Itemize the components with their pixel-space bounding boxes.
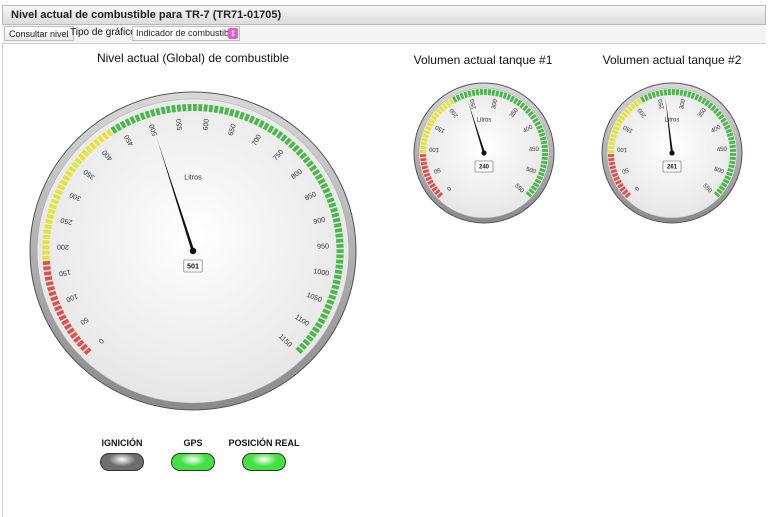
gauge-unit-label: Litros bbox=[184, 174, 202, 182]
gauge-band-segment bbox=[672, 89, 676, 96]
gauge-band-segment bbox=[335, 259, 344, 264]
gauge-band-segment bbox=[182, 104, 187, 112]
gauge-band-segment bbox=[42, 240, 50, 245]
gauge-band-segment bbox=[198, 104, 203, 112]
gauge-band-segment bbox=[484, 89, 488, 96]
ignition-led bbox=[100, 453, 144, 471]
gauge-band-segment bbox=[729, 153, 736, 157]
gauge-tank1-title: Volumen actual tanque #1 bbox=[413, 53, 553, 67]
fuel-gauge-tank1: 050100150200250 300350400450500550Litros2… bbox=[413, 82, 555, 224]
gauge-global-title: Nivel actual (Global) de combustible bbox=[96, 51, 290, 65]
gauge-needle-hub bbox=[481, 150, 487, 156]
gauge-band-segment bbox=[420, 149, 427, 153]
gauge-tick-label: 950 bbox=[317, 242, 329, 250]
gauge-unit-label: Litros bbox=[665, 118, 680, 124]
chart-type-select[interactable]: Indicador de combustible ⇕ bbox=[132, 26, 240, 41]
gauge-band-segment bbox=[336, 249, 344, 254]
indicator-ignition-label: IGNICIÓN bbox=[101, 438, 143, 448]
indicator-gps-label: GPS bbox=[183, 438, 203, 448]
gauge-tank2-title: Volumen actual tanque #2 bbox=[602, 53, 742, 67]
toolbar: Consultar nivel Tipo de gráfico Indicado… bbox=[2, 25, 766, 44]
gauge-unit-label: Litros bbox=[477, 118, 492, 124]
chart-type-value: Indicador de combustible bbox=[136, 28, 237, 38]
gauge-band-segment bbox=[667, 89, 671, 96]
fuel-gauge-global: 050100150200250300350400450500 550 600 6507… bbox=[29, 91, 357, 411]
gauge-band-segment bbox=[608, 154, 615, 158]
gauge-band-segment bbox=[420, 154, 427, 158]
gauge-value-label: 240 bbox=[479, 165, 490, 171]
gauge-tick-label: 450 bbox=[717, 147, 728, 154]
gauge-band-segment bbox=[42, 250, 50, 255]
gauge-tick-label: 600 bbox=[202, 118, 211, 130]
real-position-led bbox=[242, 453, 286, 471]
gauge-band-segment bbox=[42, 245, 50, 250]
dropdown-arrow-icon[interactable]: ⇕ bbox=[228, 28, 238, 39]
gauge-band-segment bbox=[193, 104, 197, 112]
gauge-band-segment bbox=[541, 153, 548, 157]
gauge-band-segment bbox=[335, 238, 344, 243]
gauge-band-segment bbox=[176, 104, 182, 112]
gauge-band-segment bbox=[203, 104, 208, 112]
gauge-value-label: 501 bbox=[187, 262, 199, 270]
gauge-band-segment bbox=[336, 243, 344, 248]
window-title: Nivel actual de combustible para TR-7 (T… bbox=[11, 9, 282, 21]
gauge-band-segment bbox=[729, 148, 736, 152]
gauge-tick-label: 200 bbox=[57, 243, 69, 251]
gauge-tick-label: 100 bbox=[428, 145, 439, 152]
gauge-needle-hub bbox=[669, 150, 675, 156]
indicator-real-position-label: POSICIÓN REAL bbox=[228, 438, 300, 448]
gauge-band-segment bbox=[541, 148, 548, 152]
consult-level-button[interactable]: Consultar nivel bbox=[4, 26, 74, 41]
gauge-band-segment bbox=[42, 260, 51, 266]
fuel-gauge-tank2: 050100150200250 300350400450500550Litros2… bbox=[601, 82, 743, 224]
panel-border bbox=[2, 43, 3, 517]
gauge-needle-hub bbox=[189, 247, 197, 255]
gauge-tick-label: 100 bbox=[616, 145, 627, 152]
chart-type-label: Tipo de gráfico bbox=[70, 27, 136, 38]
gauge-band-segment bbox=[42, 255, 50, 260]
gauge-value-label: 261 bbox=[667, 165, 678, 171]
gps-led bbox=[171, 453, 215, 471]
gauge-tick-label: 450 bbox=[529, 147, 540, 154]
gauge-band-segment bbox=[608, 149, 615, 153]
gauge-band-segment bbox=[187, 104, 192, 112]
gauge-band-segment bbox=[42, 234, 51, 240]
window-titlebar: Nivel actual de combustible para TR-7 (T… bbox=[2, 5, 766, 25]
gauge-band-segment bbox=[479, 89, 483, 96]
gauge-band-segment bbox=[336, 254, 344, 259]
gauge-tick-label: 550 bbox=[175, 118, 184, 130]
